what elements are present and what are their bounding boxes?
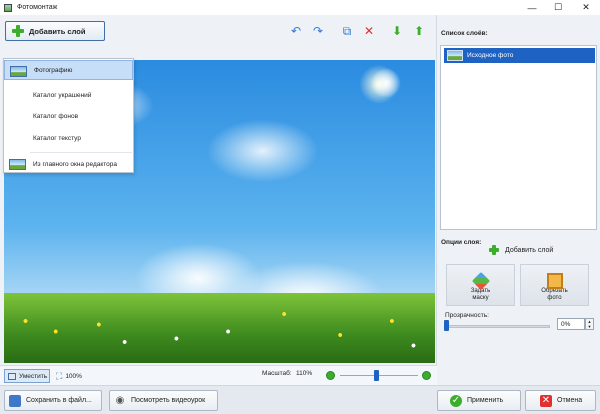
- transparency-label: Прозрачность:: [445, 312, 489, 319]
- menu-item-photo[interactable]: Фотографию: [4, 60, 133, 80]
- minimize-button[interactable]: —: [520, 0, 544, 15]
- crop-icon: [546, 273, 563, 289]
- menu-item-backgrounds[interactable]: Каталог фонов: [4, 106, 133, 126]
- menu-item-textures[interactable]: Каталог текстур: [4, 128, 133, 148]
- menu-item-label: Каталог фонов: [33, 112, 79, 120]
- save-to-file-button[interactable]: Сохранить в файл...: [4, 390, 102, 411]
- webcam-icon: ◉: [115, 395, 125, 406]
- zoom-in-button[interactable]: [422, 371, 431, 380]
- cancel-button[interactable]: ✕ Отмена: [525, 390, 596, 411]
- video-label: Посмотреть видеоурок: [131, 397, 206, 404]
- editor-image-icon: [9, 159, 26, 170]
- plus-icon: [12, 25, 24, 37]
- checkmark-icon: ✓: [450, 394, 462, 407]
- photo-icon: [10, 66, 27, 77]
- zoom-100-button[interactable]: ⛶ 100%: [56, 369, 82, 383]
- grass-field: [4, 293, 435, 363]
- maximize-button[interactable]: ☐: [546, 0, 570, 15]
- fit-label: Уместить: [19, 372, 48, 380]
- delete-icon[interactable]: ✕: [362, 24, 376, 38]
- zoom-slider-track[interactable]: [340, 375, 418, 376]
- menu-divider: [30, 152, 132, 153]
- save-icon: [9, 394, 21, 407]
- side-panel: Список слоёв: Исходное фото Добавить сло…: [437, 15, 600, 385]
- layer-item[interactable]: Исходное фото: [444, 48, 595, 63]
- zoom-100-label: 100%: [65, 372, 82, 380]
- footer-bar: Сохранить в файл... ◉ Посмотреть видеоур…: [0, 385, 600, 414]
- undo-icon[interactable]: ↶: [289, 24, 303, 38]
- set-mask-label-2: маску: [472, 295, 489, 302]
- menu-item-label: Каталог текстур: [33, 134, 81, 142]
- zoom-out-button[interactable]: [326, 371, 335, 380]
- app-icon: [4, 3, 12, 12]
- scale-label: Масштаб:: [262, 370, 292, 377]
- set-mask-button[interactable]: Задать маску: [446, 264, 515, 306]
- crop-label-1: Обрезать: [541, 288, 568, 295]
- redo-icon[interactable]: ↷: [311, 24, 325, 38]
- transparency-spinner[interactable]: ▲ ▼: [585, 318, 594, 330]
- title-bar: Фотомонтаж — ☐ ✕: [0, 0, 600, 15]
- fit-icon: [8, 372, 16, 380]
- cancel-label: Отмена: [557, 397, 583, 404]
- watch-video-button[interactable]: ◉ Посмотреть видеоурок: [109, 390, 218, 411]
- close-button[interactable]: ✕: [574, 0, 598, 15]
- layer-thumbnail: [447, 50, 463, 61]
- move-up-icon[interactable]: ⬆: [412, 24, 426, 38]
- status-bar: Уместить ⛶ 100% Масштаб: 110%: [0, 365, 437, 385]
- layers-list: Исходное фото Добавить слой: [440, 45, 597, 255]
- menu-item-label: Из главного окна редактора: [33, 160, 118, 168]
- save-label: Сохранить в файл...: [26, 397, 92, 404]
- crop-label-2: фото: [547, 295, 562, 302]
- fit-button[interactable]: Уместить: [4, 369, 50, 383]
- add-layer-label: Добавить слой: [29, 26, 86, 36]
- transparency-slider-thumb[interactable]: [444, 320, 449, 331]
- sun-glare: [371, 68, 401, 98]
- transparency-slider-track[interactable]: [445, 325, 550, 328]
- menu-item-label: Фотографию: [34, 66, 73, 74]
- copy-icon[interactable]: ⧉: [340, 24, 354, 38]
- menu-item-decorations[interactable]: Каталог украшений: [4, 85, 133, 105]
- editor-pane: Добавить слой ↶ ↷ ⧉ ✕ ⬇ ⬆ Уместить ⛶ 100…: [0, 15, 437, 385]
- zoom-100-icon: ⛶: [56, 370, 63, 381]
- layers-panel-title: Список слоёв:: [441, 29, 488, 37]
- toolbar: Добавить слой ↶ ↷ ⧉ ✕ ⬇ ⬆: [0, 15, 437, 45]
- move-down-icon[interactable]: ⬇: [390, 24, 404, 38]
- add-layer-menu: Фотографию Каталог украшений Каталог фон…: [3, 58, 134, 173]
- add-layer-button[interactable]: Добавить слой: [5, 21, 105, 41]
- apply-label: Применить: [467, 397, 504, 404]
- cancel-icon: ✕: [540, 394, 552, 407]
- zoom-slider-thumb[interactable]: [374, 370, 379, 381]
- scale-value: 110%: [296, 370, 313, 377]
- menu-item-label: Каталог украшений: [33, 91, 92, 99]
- layer-item-label: Исходное фото: [467, 52, 514, 59]
- window-title: Фотомонтаж: [17, 4, 58, 11]
- spin-down-icon[interactable]: ▼: [588, 324, 592, 329]
- transparency-input[interactable]: 0%: [557, 318, 585, 330]
- apply-button[interactable]: ✓ Применить: [437, 390, 521, 411]
- crop-photo-button[interactable]: Обрезать фото: [520, 264, 589, 306]
- menu-item-from-editor[interactable]: Из главного окна редактора: [4, 154, 133, 174]
- layer-options-title: Опции слоя:: [441, 238, 482, 246]
